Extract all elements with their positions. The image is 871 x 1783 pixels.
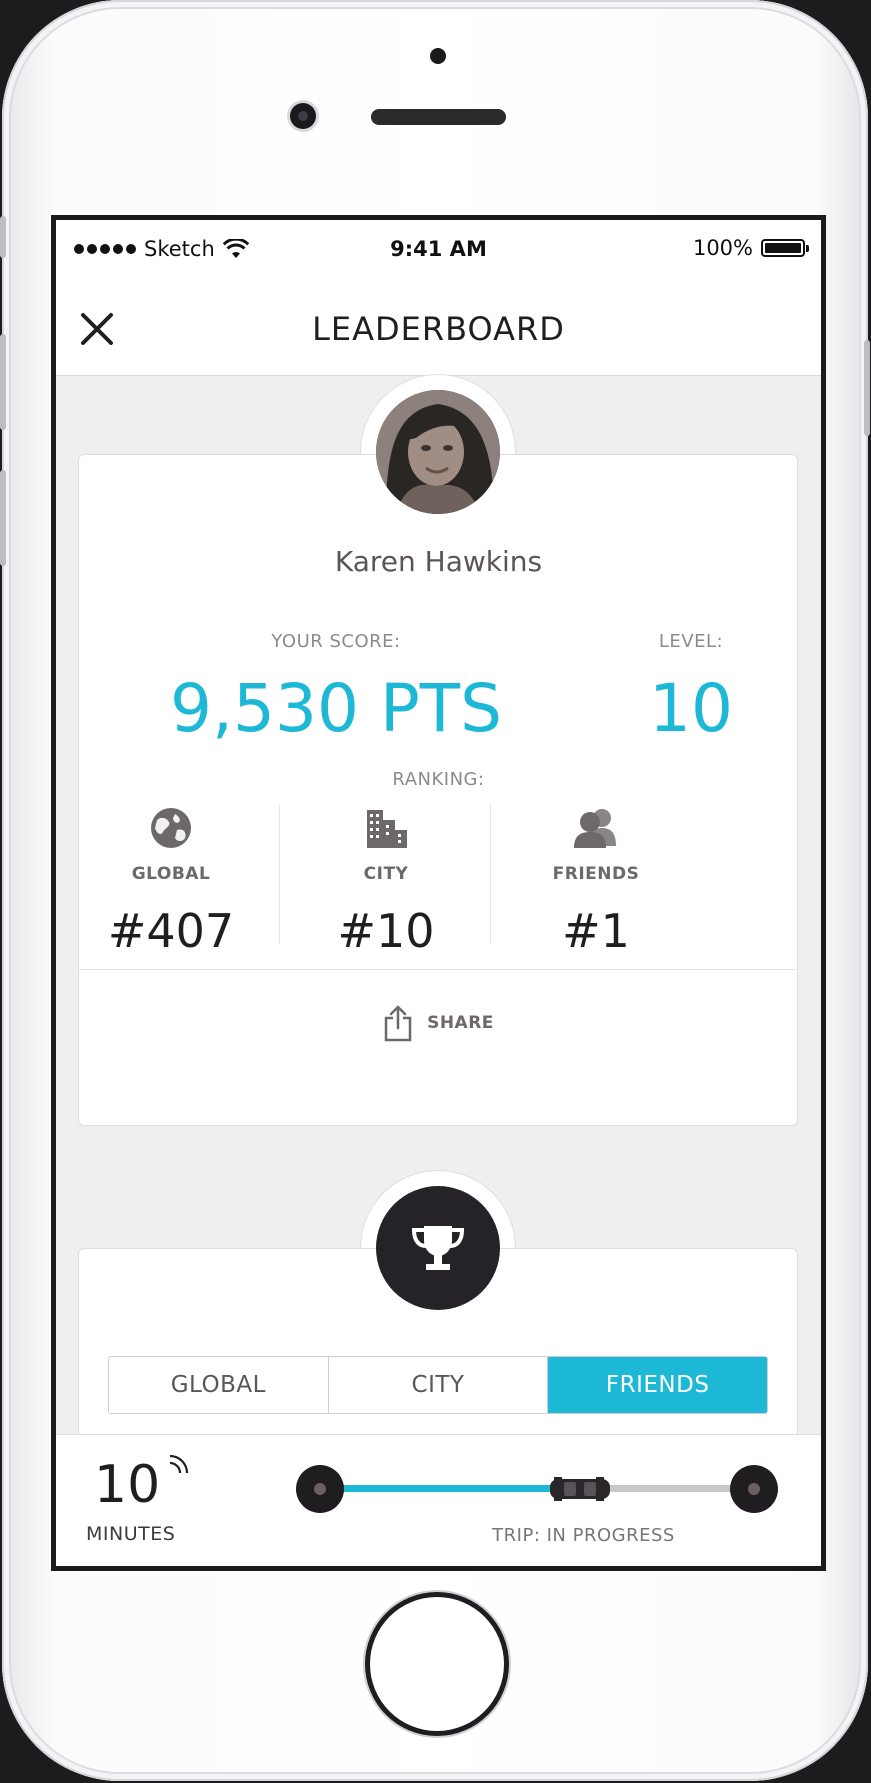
front-camera — [290, 103, 316, 129]
eta-unit: MINUTES — [86, 1523, 176, 1545]
score-value: 9,530 PTS — [170, 670, 502, 747]
ranking-global: GLOBAL #407 — [56, 794, 286, 958]
ranking-label: RANKING: — [392, 769, 485, 790]
trip-start-node — [296, 1465, 344, 1513]
screen: Sketch 9:41 AM 100% LEADERBOARD Karen Ha… — [51, 215, 826, 1571]
eta-value: 10 — [94, 1455, 161, 1515]
ranking-city: CITY #10 — [271, 794, 501, 958]
volume-up-button — [0, 334, 6, 430]
proximity-sensor — [430, 48, 446, 64]
page-title: LEADERBOARD — [312, 310, 565, 348]
ranking-global-label: GLOBAL — [131, 864, 211, 884]
home-button[interactable] — [370, 1597, 504, 1731]
globe-icon — [151, 808, 191, 848]
volume-down-button — [0, 470, 6, 566]
ranking-friends-label: FRIENDS — [552, 864, 640, 884]
avatar-photo — [376, 390, 500, 514]
ranking-friends-value: #1 — [562, 904, 630, 958]
trophy-badge — [376, 1186, 500, 1310]
power-button — [864, 340, 870, 436]
share-icon — [384, 1005, 412, 1042]
trip-status-label: TRIP: IN PROGRESS — [492, 1525, 675, 1546]
battery-icon — [761, 239, 809, 257]
share-button[interactable]: SHARE — [56, 988, 821, 1058]
phone-frame: Sketch 9:41 AM 100% LEADERBOARD Karen Ha… — [0, 0, 870, 1781]
tab-friends[interactable]: FRIENDS — [548, 1357, 767, 1413]
ranking-friends: FRIENDS #1 — [481, 794, 711, 958]
live-signal-icon — [169, 1454, 189, 1474]
tab-city[interactable]: CITY — [329, 1357, 549, 1413]
user-name: Karen Hawkins — [334, 545, 543, 578]
earpiece-speaker — [371, 109, 506, 125]
level-label: LEVEL: — [658, 631, 724, 652]
ranking-city-label: CITY — [363, 864, 409, 884]
trip-progress-completed — [320, 1485, 585, 1492]
trophy-icon — [411, 1226, 465, 1270]
car-icon — [550, 1477, 611, 1501]
share-label: SHARE — [427, 1013, 494, 1033]
tab-global[interactable]: GLOBAL — [109, 1357, 329, 1413]
trip-status-bar[interactable]: 10 MINUTES TRIP: IN PROGRESS — [56, 1434, 821, 1566]
leaderboard-scope-tabs: GLOBAL CITY FRIENDS — [108, 1356, 768, 1414]
ranking-city-value: #10 — [337, 904, 435, 958]
friends-icon — [574, 809, 616, 848]
city-icon — [367, 810, 407, 848]
battery-percent: 100% — [692, 236, 753, 260]
card-divider — [79, 969, 798, 970]
mute-switch — [0, 216, 6, 258]
status-bar: Sketch 9:41 AM 100% — [56, 220, 821, 278]
score-label: YOUR SCORE: — [271, 631, 401, 652]
level-value: 10 — [649, 670, 733, 747]
avatar[interactable] — [376, 390, 500, 514]
trip-end-node — [730, 1465, 778, 1513]
battery-area: 100% — [692, 236, 809, 260]
nav-bar: LEADERBOARD — [56, 278, 821, 376]
ranking-global-value: #407 — [107, 904, 235, 958]
